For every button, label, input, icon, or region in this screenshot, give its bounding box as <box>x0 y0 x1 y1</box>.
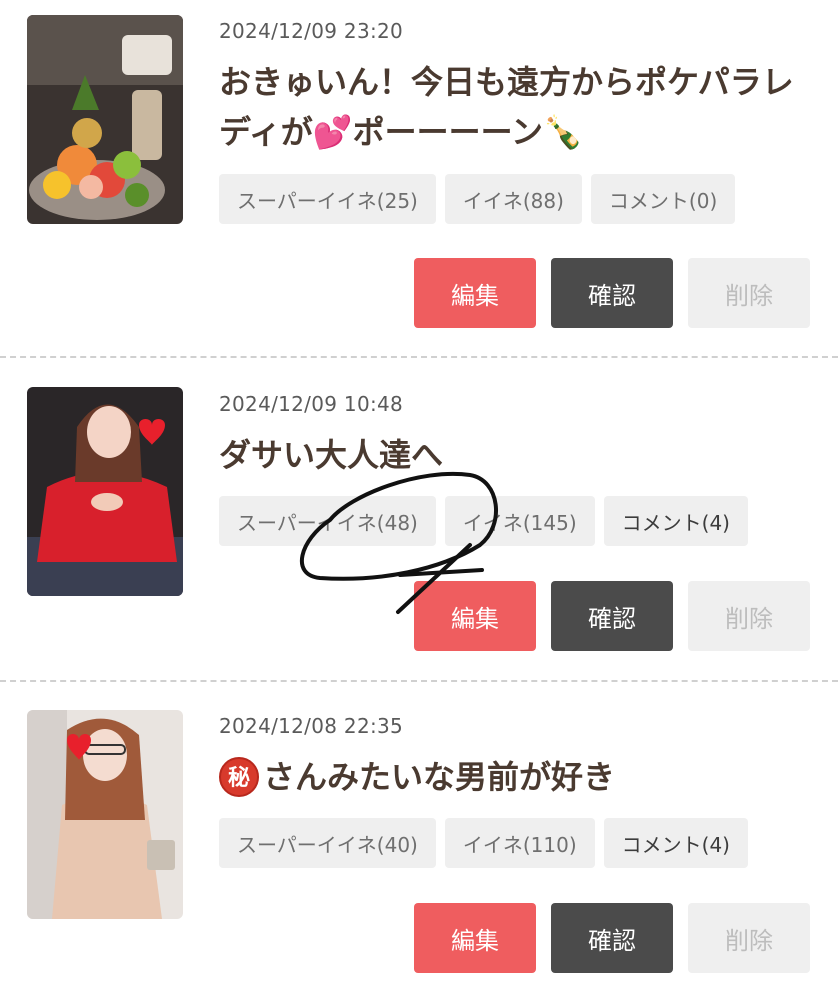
post-item: 2024/12/09 23:20 おきゅいん！今日も遠方からポケパラレディが💕ポ… <box>0 0 838 328</box>
edit-button[interactable]: 編集 <box>414 903 536 973</box>
confirm-button[interactable]: 確認 <box>551 903 673 973</box>
post-stats: スーパーイイネ(25) イイネ(88) コメント(0) <box>219 174 736 224</box>
post-stats: スーパーイイネ(40) イイネ(110) コメント(4) <box>219 818 748 868</box>
post-title[interactable]: ダサい大人達へ <box>219 430 819 480</box>
post-thumbnail[interactable] <box>27 710 183 919</box>
super-like-count[interactable]: スーパーイイネ(40) <box>219 818 436 868</box>
confirm-button[interactable]: 確認 <box>551 581 673 651</box>
post-title-text-2: ポーーーーン <box>352 113 544 151</box>
post-thumbnail[interactable] <box>27 15 183 224</box>
post-date: 2024/12/08 22:35 <box>219 714 404 738</box>
comment-count[interactable]: コメント(4) <box>603 496 748 546</box>
post-date: 2024/12/09 23:20 <box>219 19 404 43</box>
woman-beige-dress-photo <box>27 710 183 919</box>
post-title[interactable]: おきゅいん！今日も遠方からポケパラレディが💕ポーーーーン🍾 <box>219 57 819 157</box>
super-like-count[interactable]: スーパーイイネ(25) <box>219 174 436 224</box>
comment-count[interactable]: コメント(0) <box>590 174 736 224</box>
post-item: 2024/12/08 22:35 秘さんみたいな男前が好き スーパーイイネ(40… <box>0 684 838 1000</box>
post-actions: 編集 確認 削除 <box>414 581 810 651</box>
super-like-count[interactable]: スーパーイイネ(48) <box>219 496 436 546</box>
post-item: 2024/12/09 10:48 ダサい大人達へ スーパーイイネ(48) イイネ… <box>0 362 838 682</box>
post-stats: スーパーイイネ(48) イイネ(145) コメント(4) <box>219 496 748 546</box>
like-count[interactable]: イイネ(145) <box>444 496 595 546</box>
edit-button[interactable]: 編集 <box>414 581 536 651</box>
like-count[interactable]: イイネ(110) <box>444 818 595 868</box>
post-actions: 編集 確認 削除 <box>414 258 810 328</box>
two-hearts-emoji: 💕 <box>312 113 353 151</box>
secret-ideograph-badge: 秘 <box>219 757 259 797</box>
post-title-text: ダサい大人達へ <box>219 436 444 474</box>
post-title-text: さんみたいな男前が好き <box>263 758 616 796</box>
post-date: 2024/12/09 10:48 <box>219 392 404 416</box>
delete-button[interactable]: 削除 <box>688 258 810 328</box>
post-divider <box>0 356 838 358</box>
woman-red-sweater-photo <box>27 387 183 596</box>
champagne-emoji: 🍾 <box>543 113 583 151</box>
confirm-button[interactable]: 確認 <box>551 258 673 328</box>
post-thumbnail[interactable] <box>27 387 183 596</box>
edit-button[interactable]: 編集 <box>414 258 536 328</box>
delete-button[interactable]: 削除 <box>688 903 810 973</box>
post-title[interactable]: 秘さんみたいな男前が好き <box>219 752 819 802</box>
delete-button[interactable]: 削除 <box>688 581 810 651</box>
comment-count[interactable]: コメント(4) <box>603 818 748 868</box>
post-actions: 編集 確認 削除 <box>414 903 810 973</box>
like-count[interactable]: イイネ(88) <box>444 174 582 224</box>
fruit-platter-photo <box>27 15 183 224</box>
post-divider <box>0 680 838 682</box>
